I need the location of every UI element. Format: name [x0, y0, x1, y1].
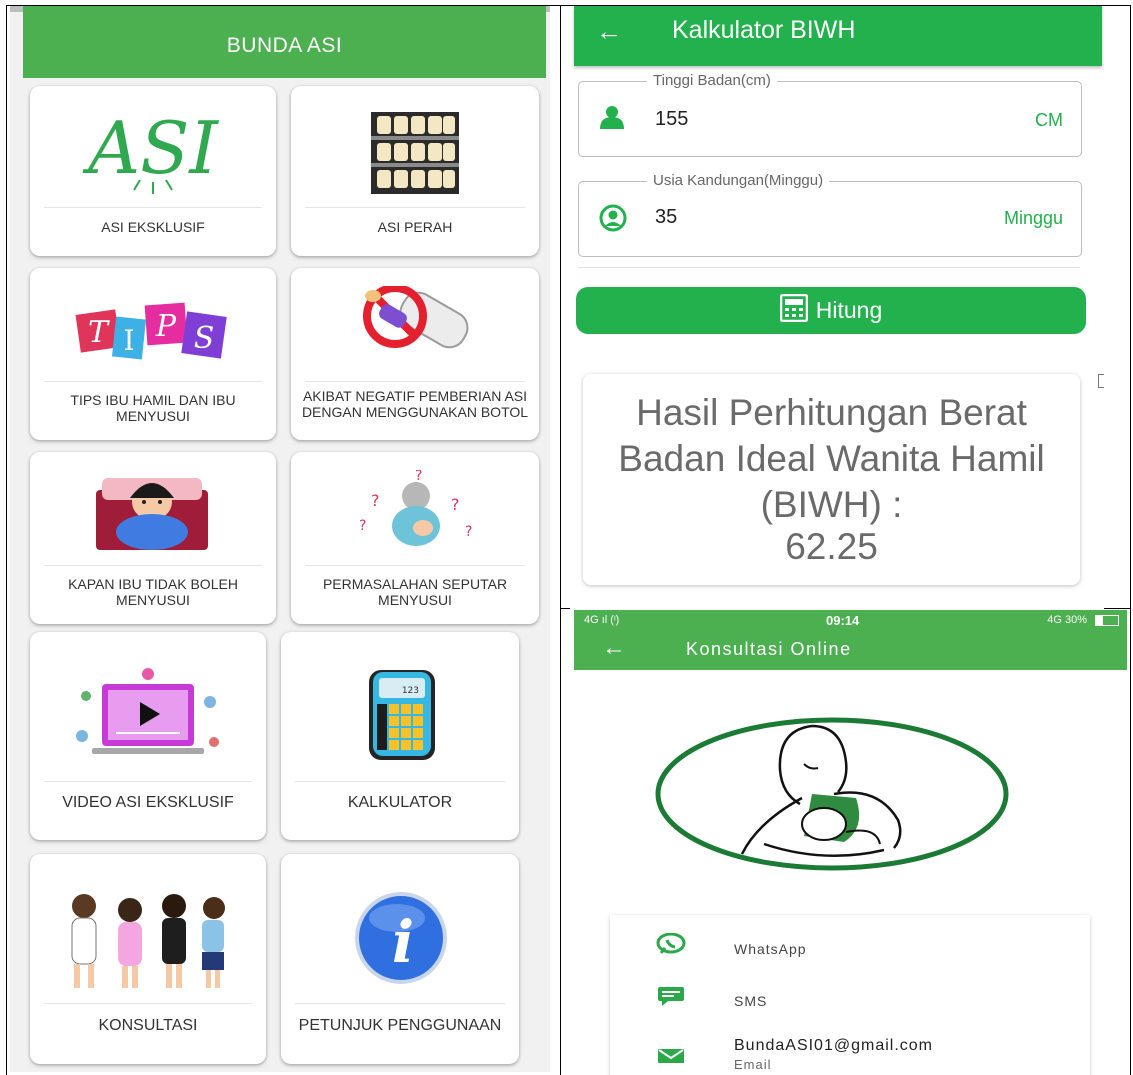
tips-icon: T I P S: [75, 302, 227, 360]
person-icon: [600, 106, 624, 129]
frame-right: [1130, 5, 1131, 1075]
info-logo-text: i: [392, 908, 414, 976]
calculator-screen: ← Kalkulator BIWH Tinggi Badan(cm) 155 C…: [570, 6, 1104, 609]
contact-card: WhatsApp SMS BundaASI01@gmail.com Email: [610, 915, 1090, 1075]
menu-label: KONSULTASI: [98, 1017, 198, 1034]
menu-label: KAPAN IBU TIDAK BOLEH MENYUSUI: [68, 576, 238, 608]
app-title: BUNDA ASI: [226, 34, 343, 57]
age-field[interactable]: Usia Kandungan(Minggu) 35 Minggu: [578, 172, 1082, 257]
svg-text:S: S: [194, 321, 215, 356]
height-field[interactable]: Tinggi Badan(cm) 155 CM: [578, 72, 1082, 157]
contact-label: SMS: [734, 993, 768, 1009]
sick-mother-icon: [96, 478, 208, 550]
menu-label: ASI PERAH: [377, 219, 453, 235]
menu-card-kalkulator[interactable]: 123 KALKULATOR: [281, 632, 519, 840]
status-bar: 4G ıl (ᶦ) 09:14 4G 30%: [574, 610, 1127, 630]
svg-text:P: P: [155, 309, 177, 344]
menu-label: KALKULATOR: [347, 794, 453, 811]
svg-text:?: ?: [371, 491, 380, 510]
menu-label: ASI EKSKLUSIF: [101, 219, 205, 235]
hitung-label: Hitung: [815, 297, 883, 323]
contact-email[interactable]: BundaASI01@gmail.com Email: [610, 1031, 1090, 1072]
frame-mid: [560, 5, 561, 1075]
divider: [578, 267, 1080, 268]
menu-label: TIPS IBU HAMIL DAN IBU MENYUSUI: [70, 392, 236, 424]
menu-card-kapan-ibu[interactable]: KAPAN IBU TIDAK BOLEH MENYUSUI: [30, 452, 276, 624]
signal-status: 4G ıl (ᶦ): [584, 614, 620, 626]
breastfeeding-logo-icon: [655, 717, 1009, 871]
consultation-app-bar: ← Konsultasi Online: [574, 630, 1127, 670]
result-text: Hasil Perhitungan Berat Badan Ideal Wani…: [618, 392, 1045, 525]
menu-label: PERMASALAHAN SEPUTAR MENYUSUI: [322, 576, 508, 608]
height-field-label: Tinggi Badan(cm): [647, 72, 777, 89]
consultants-icon: [71, 894, 225, 988]
result-value: 62.25: [785, 526, 878, 567]
video-play-icon: [76, 668, 219, 754]
contact-sms[interactable]: SMS: [610, 979, 1090, 1019]
svg-text:?: ?: [359, 518, 366, 534]
contact-email-address: BundaASI01@gmail.com: [734, 1037, 933, 1054]
svg-text:T: T: [88, 315, 110, 350]
menu-card-video[interactable]: VIDEO ASI EKSKLUSIF: [30, 632, 266, 840]
account-circle-icon: [599, 204, 627, 232]
menu-card-asi-eksklusif[interactable]: ASI ASI EKSKLUSIF: [30, 86, 276, 256]
age-field-value: 35: [655, 206, 678, 228]
contact-whatsapp[interactable]: WhatsApp: [610, 927, 1090, 967]
menu-card-konsultasi[interactable]: KONSULTASI: [30, 854, 266, 1064]
battery-icon: [1095, 615, 1119, 626]
resize-handle[interactable]: [1098, 374, 1104, 388]
arrow-left-icon[interactable]: ←: [596, 16, 622, 47]
menu-card-asi-perah[interactable]: ASI PERAH: [291, 86, 539, 256]
contact-email-sub: Email: [734, 1057, 772, 1072]
contact-label: WhatsApp: [734, 941, 807, 957]
whatsapp-icon: [656, 933, 686, 954]
calc-screen-text: 123: [402, 686, 419, 696]
asi-logo-text: ASI: [82, 106, 219, 190]
calculator-title: Kalkulator BIWH: [672, 16, 856, 44]
email-icon: [658, 1049, 684, 1063]
age-field-suffix: Minggu: [1003, 208, 1063, 228]
milk-bottles-icon: [371, 112, 459, 194]
calculator-app-bar: ← Kalkulator BIWH: [574, 6, 1102, 66]
status-time: 09:14: [826, 613, 860, 628]
svg-text:I: I: [123, 324, 134, 357]
height-field-value: 155: [655, 108, 689, 130]
app-bar: BUNDA ASI: [23, 6, 546, 78]
menu-card-permasalahan[interactable]: ? ? ? ? ? PERMASALAHAN SEPUTAR MENYUSUI: [291, 452, 539, 624]
svg-text:?: ?: [465, 524, 472, 540]
network-status: 4G 30%: [1047, 614, 1087, 626]
consultation-screen: 4G ıl (ᶦ) 09:14 4G 30% ← Konsultasi Onli…: [570, 610, 1130, 1075]
confused-mother-icon: ? ? ? ? ?: [359, 470, 472, 546]
hitung-button[interactable]: Hitung: [576, 287, 1086, 334]
menu-card-akibat-negatif[interactable]: AKIBAT NEGATIF PEMBERIAN ASI DENGAN MENG…: [291, 268, 539, 440]
calculator-icon: 123: [369, 670, 435, 760]
svg-text:?: ?: [451, 495, 460, 514]
info-icon: i: [355, 892, 447, 984]
consultation-title: Konsultasi Online: [686, 639, 852, 659]
menu-card-tips[interactable]: T I P S TIPS IBU HAMIL DAN IBU MENYUSUI: [30, 268, 276, 440]
sms-icon: [658, 987, 684, 1006]
arrow-left-icon[interactable]: ←: [602, 634, 626, 662]
svg-text:?: ?: [415, 470, 422, 484]
height-field-suffix: CM: [1035, 110, 1063, 130]
result-card: Hasil Perhitungan Berat Badan Ideal Wani…: [583, 374, 1080, 585]
menu-card-petunjuk[interactable]: i PETUNJUK PENGGUNAAN: [281, 854, 519, 1064]
no-bottle-icon: [363, 286, 469, 349]
age-field-label: Usia Kandungan(Minggu): [647, 172, 830, 189]
menu-label: VIDEO ASI EKSKLUSIF: [62, 794, 234, 811]
menu-screen: BUNDA ASI ASI ASI EKSKLUSIF ASI PERAH T …: [10, 6, 550, 1072]
frame-left: [6, 5, 7, 1075]
calculator-icon: [779, 293, 808, 323]
menu-label: PETUNJUK PENGGUNAAN: [298, 1017, 502, 1034]
menu-label: AKIBAT NEGATIF PEMBERIAN ASI DENGAN MENG…: [301, 388, 529, 420]
asi-logo-icon: ASI: [82, 106, 219, 194]
